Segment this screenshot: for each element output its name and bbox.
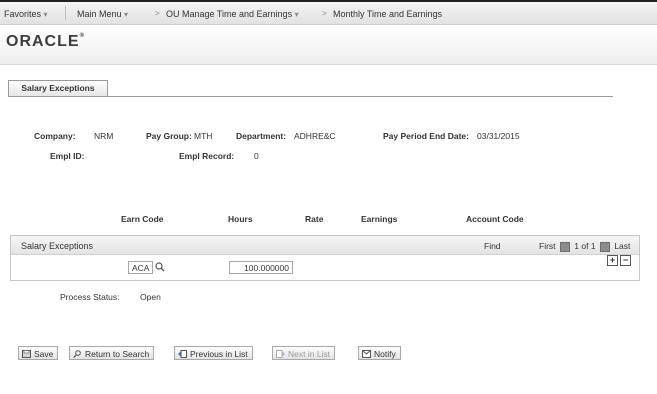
header-banner (0, 28, 657, 65)
delete-row-icon[interactable]: − (620, 255, 631, 266)
pay-period-value: 03/31/2015 (477, 131, 520, 141)
favorites-label: Favorites (4, 9, 42, 19)
process-status-label: Process Status: (60, 292, 120, 302)
previous-in-list-label: Previous in List (190, 349, 248, 359)
breadcrumb-arrow-icon: > (155, 9, 160, 18)
column-account-code: Account Code (466, 214, 524, 224)
previous-row-icon[interactable] (559, 241, 570, 252)
row-range: 1 of 1 (574, 241, 596, 251)
department-label: Department: (236, 131, 287, 141)
hours-input[interactable]: 100.000000 (229, 261, 293, 274)
notify-icon (362, 350, 371, 358)
main-menu[interactable]: Main Menu ▾ (77, 9, 128, 19)
previous-in-list-button[interactable]: Previous in List (174, 346, 253, 360)
breadcrumb-arrow-icon: > (322, 9, 327, 18)
breadcrumb-bar: Favorites ▾ Main Menu ▾ > OU Manage Time… (0, 2, 657, 25)
notify-label: Notify (374, 349, 396, 359)
grid-header: Salary Exceptions Find First 1 of 1 Last (11, 236, 639, 255)
save-label: Save (34, 349, 54, 359)
next-in-list-label: Next in List (288, 349, 331, 359)
chevron-down-icon: ▾ (294, 10, 299, 19)
empl-id-label: Empl ID: (50, 151, 85, 161)
search-icon (73, 350, 81, 358)
earn-code-input[interactable]: ACA (128, 261, 153, 274)
empl-record-label: Empl Record: (179, 151, 235, 161)
chevron-down-icon: ▾ (43, 10, 48, 19)
ou-manage-label: OU Manage Time and Earnings (166, 9, 293, 19)
next-icon (276, 350, 285, 358)
main-menu-label: Main Menu (77, 9, 122, 19)
column-rate: Rate (305, 214, 324, 224)
chevron-down-icon: ▾ (124, 10, 129, 19)
first-link[interactable]: First (539, 241, 556, 251)
process-status-value: Open (140, 292, 161, 302)
lookup-icon[interactable] (155, 262, 165, 272)
find-link[interactable]: Find (484, 241, 501, 251)
empl-record-value: 0 (254, 151, 259, 161)
breadcrumb-monthly[interactable]: Monthly Time and Earnings (333, 9, 442, 19)
grid-title: Salary Exceptions (21, 241, 94, 251)
divider (65, 6, 66, 20)
pay-period-label: Pay Period End Date: (383, 131, 469, 141)
column-earn-code: Earn Code (121, 214, 164, 224)
favorites-menu[interactable]: Favorites ▾ (4, 9, 48, 19)
column-hours: Hours (228, 214, 253, 224)
registered-mark: ® (79, 33, 85, 39)
return-to-search-label: Return to Search (85, 349, 150, 359)
next-in-list-button[interactable]: Next in List (272, 346, 336, 360)
breadcrumb-ou-manage[interactable]: OU Manage Time and Earnings ▾ (166, 9, 299, 19)
tab-salary-exceptions[interactable]: Salary Exceptions (8, 80, 108, 96)
company-label: Company: (34, 131, 76, 141)
notify-button[interactable]: Notify (358, 346, 401, 360)
company-value: NRM (94, 131, 114, 141)
logo-text: ORACLE (6, 33, 80, 50)
pay-group-label: Pay Group: (146, 131, 192, 141)
previous-icon (178, 350, 187, 358)
department-value: ADHRE&C (294, 131, 336, 141)
add-row-icon[interactable]: + (607, 255, 618, 266)
return-to-search-button[interactable]: Return to Search (69, 346, 155, 360)
oracle-logo: ORACLE® (6, 33, 85, 51)
save-button[interactable]: Save (18, 346, 59, 360)
grid-navigation: First 1 of 1 Last (539, 241, 630, 252)
last-link[interactable]: Last (614, 241, 630, 251)
tab-underline (8, 96, 613, 97)
pay-group-value: MTH (194, 131, 213, 141)
next-row-icon[interactable] (599, 241, 610, 252)
column-earnings: Earnings (361, 214, 398, 224)
save-icon (22, 350, 31, 358)
salary-exceptions-grid: Salary Exceptions Find First 1 of 1 Last (10, 235, 640, 281)
